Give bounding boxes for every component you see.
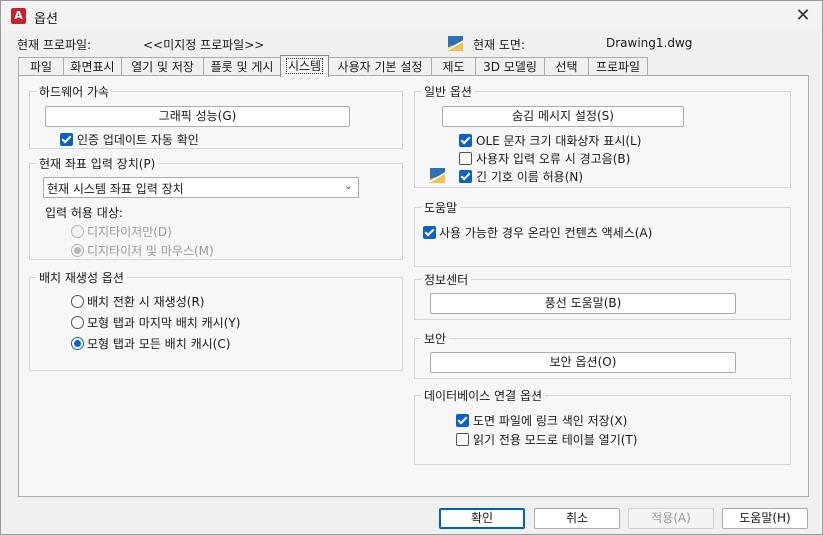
tab-files[interactable]: 파일: [18, 57, 64, 76]
hardware-acceleration-group: 하드웨어 가속 그래픽 성능(G) 인증 업데이트 자동 확인: [29, 83, 403, 149]
balloon-notifications-button[interactable]: 풍선 도움말(B): [430, 293, 736, 314]
layout-regen-title: 배치 재생성 옵션: [36, 269, 127, 286]
tab-profiles[interactable]: 프로파일: [588, 57, 648, 76]
security-group: 보안 보안 옵션(O): [414, 330, 791, 379]
auto-check-updates-label: 인증 업데이트 자동 확인: [77, 133, 199, 147]
digitizer-and-mouse-radio[interactable]: [71, 244, 84, 257]
tab-plot-publish[interactable]: 플롯 및 게시: [203, 57, 281, 76]
auto-check-updates-checkbox[interactable]: [60, 133, 73, 146]
layout-regen-group: 배치 재생성 옵션 배치 전환 시 재생성(R) 모형 탭과 마지막 배치 캐시…: [29, 269, 403, 371]
tab-selection[interactable]: 선택: [544, 57, 589, 76]
general-options-title: 일반 옵션: [421, 83, 475, 100]
beep-on-error-label: 사용자 입력 오류 시 경고음(B): [476, 152, 631, 166]
cache-model-last-layout-label: 모형 탭과 마지막 배치 캐시(Y): [87, 316, 241, 330]
cache-model-all-layouts-label: 모형 탭과 모든 배치 캐시(C): [87, 337, 231, 351]
cancel-button[interactable]: 취소: [534, 508, 620, 529]
tab-system[interactable]: 시스템: [280, 55, 329, 77]
digitizer-only-label: 디지타이저만(D): [87, 225, 172, 239]
help-title: 도움말: [421, 199, 461, 216]
system-tab-panel: 하드웨어 가속 그래픽 성능(G) 인증 업데이트 자동 확인 현재 좌표 입력…: [18, 75, 809, 497]
database-connect-title: 데이터베이스 연결 옵션: [421, 387, 546, 404]
beep-on-error-checkbox[interactable]: [459, 152, 472, 165]
close-icon[interactable]: ✕: [792, 5, 814, 27]
current-drawing-value: Drawing1.dwg: [606, 36, 693, 50]
help-button[interactable]: 도움말(H): [722, 508, 808, 529]
tab-drafting[interactable]: 제도: [431, 57, 476, 76]
read-only-tables-label: 읽기 전용 모드로 테이블 열기(T): [473, 433, 638, 447]
tab-open-save[interactable]: 열기 및 저장: [121, 57, 204, 76]
security-options-button[interactable]: 보안 옵션(O): [430, 352, 736, 373]
accept-input-label: 입력 허용 대상:: [45, 206, 123, 220]
help-group: 도움말 사용 가능한 경우 온라인 컨텐츠 액세스(A): [414, 199, 791, 267]
chevron-down-icon: ⌄: [343, 179, 353, 192]
long-symbol-names-label: 긴 기호 이름 허용(N): [476, 170, 584, 184]
current-profile-label: 현재 프로파일:: [17, 38, 92, 52]
hardware-acceleration-title: 하드웨어 가속: [36, 83, 113, 100]
pointing-device-value: 현재 시스템 좌표 입력 장치: [47, 182, 184, 196]
infocenter-title: 정보센터: [421, 271, 472, 288]
regen-on-switch-label: 배치 전환 시 재생성(R): [87, 295, 205, 309]
ole-text-size-label: OLE 문자 크기 대화상자 표시(L): [476, 134, 642, 148]
cache-model-all-layouts-radio[interactable]: [71, 337, 84, 350]
general-options-group: 일반 옵션 숨김 메시지 설정(S) OLE 문자 크기 대화상자 표시(L) …: [414, 83, 791, 188]
tab-user-preferences[interactable]: 사용자 기본 설정: [328, 57, 432, 76]
pointing-device-title: 현재 좌표 입력 장치(P): [36, 155, 159, 172]
cache-model-last-layout-radio[interactable]: [71, 316, 84, 329]
infocenter-group: 정보센터 풍선 도움말(B): [414, 271, 791, 320]
pointing-device-group: 현재 좌표 입력 장치(P) 현재 시스템 좌표 입력 장치 ⌄ 입력 허용 대…: [29, 155, 403, 260]
hidden-messages-button[interactable]: 숨김 메시지 설정(S): [442, 106, 684, 127]
online-content-label: 사용 가능한 경우 온라인 컨텐츠 액세스(A): [439, 226, 653, 240]
read-only-tables-checkbox[interactable]: [456, 433, 469, 446]
tab-3d-modeling[interactable]: 3D 모델링: [475, 57, 545, 76]
online-content-checkbox[interactable]: [423, 226, 436, 239]
regen-on-switch-radio[interactable]: [71, 295, 84, 308]
store-links-index-label: 도면 파일에 링크 색인 저장(X): [473, 414, 628, 428]
drawing-icon: [430, 168, 445, 183]
tab-display[interactable]: 화면표시: [63, 57, 122, 76]
title-bar[interactable]: A 옵션 ✕: [1, 1, 822, 31]
current-profile-value: <<미지정 프로파일>>: [143, 38, 265, 52]
digitizer-only-radio[interactable]: [71, 225, 84, 238]
store-links-index-checkbox[interactable]: [456, 414, 469, 427]
security-title: 보안: [421, 330, 450, 347]
app-icon: A: [11, 8, 26, 24]
window-title: 옵션: [34, 12, 58, 27]
long-symbol-names-checkbox[interactable]: [459, 170, 472, 183]
drawing-icon: [448, 36, 463, 51]
ole-text-size-checkbox[interactable]: [459, 134, 472, 147]
current-drawing-label: 현재 도면:: [473, 38, 526, 52]
graphics-performance-button[interactable]: 그래픽 성능(G): [45, 106, 350, 127]
database-connect-group: 데이터베이스 연결 옵션 도면 파일에 링크 색인 저장(X) 읽기 전용 모드…: [414, 387, 791, 465]
options-dialog: A 옵션 ✕ 현재 프로파일: <<미지정 프로파일>> 현재 도면: Draw…: [0, 0, 823, 535]
apply-button[interactable]: 적용(A): [628, 508, 714, 529]
pointing-device-select[interactable]: 현재 시스템 좌표 입력 장치 ⌄: [43, 177, 359, 198]
ok-button[interactable]: 확인: [439, 508, 525, 529]
digitizer-and-mouse-label: 디지타이저 및 마우스(M): [87, 244, 214, 258]
